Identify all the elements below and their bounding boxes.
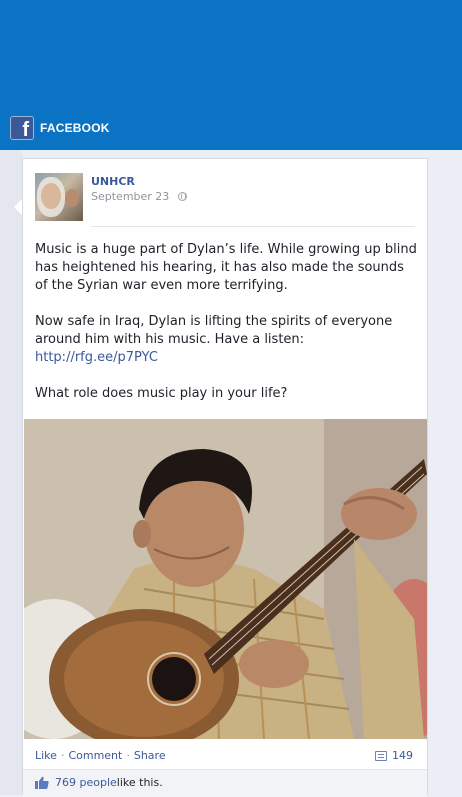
likes-bar: 769 people like this. [23, 769, 427, 797]
comments-count[interactable]: 149 [375, 749, 413, 762]
avatar[interactable] [35, 173, 83, 221]
facebook-brand[interactable]: f FACEBOOK [10, 116, 110, 140]
likes-summary: 769 people like this. [35, 776, 163, 789]
like-link[interactable]: Like [35, 749, 57, 762]
post-date[interactable]: September 23 [91, 190, 169, 203]
post-actions: Like · Comment · Share [35, 749, 166, 762]
comment-count-value: 149 [392, 749, 413, 762]
post-link[interactable]: http://rfg.ee/p7PYC [35, 350, 158, 365]
page-header: f FACEBOOK [0, 0, 462, 150]
likes-suffix: like this. [116, 776, 163, 789]
post-paragraph: Music is a huge part of Dylan’s life. Wh… [35, 242, 417, 293]
post-paragraph-2: Now safe in Iraq, Dylan is lifting the s… [35, 313, 419, 367]
avatar-face [41, 183, 61, 209]
likes-count[interactable]: 769 people [55, 776, 117, 789]
share-link[interactable]: Share [134, 749, 166, 762]
avatar-face-secondary [65, 189, 79, 207]
post-photo[interactable] [24, 419, 427, 739]
facebook-logo-icon: f [10, 116, 34, 140]
card-pointer [14, 199, 22, 215]
thumbs-up-icon [35, 776, 49, 789]
header-divider [91, 226, 415, 227]
post-body: Music is a huge part of Dylan’s life. Wh… [35, 241, 419, 421]
globe-icon [177, 192, 187, 201]
left-strip [0, 150, 22, 795]
action-separator: · [126, 749, 130, 762]
author-name[interactable]: UNHCR [91, 175, 135, 188]
comment-link[interactable]: Comment [68, 749, 122, 762]
post-paragraph-text: Now safe in Iraq, Dylan is lifting the s… [35, 314, 393, 347]
comment-icon [375, 750, 387, 761]
post-card: UNHCR September 23 Music is a huge part … [22, 158, 428, 797]
post-question: What role does music play in your life? [35, 386, 288, 401]
facebook-label: FACEBOOK [40, 121, 110, 135]
post-date-row: September 23 [91, 190, 187, 203]
action-separator: · [60, 749, 65, 762]
photo-illustration [24, 419, 427, 739]
